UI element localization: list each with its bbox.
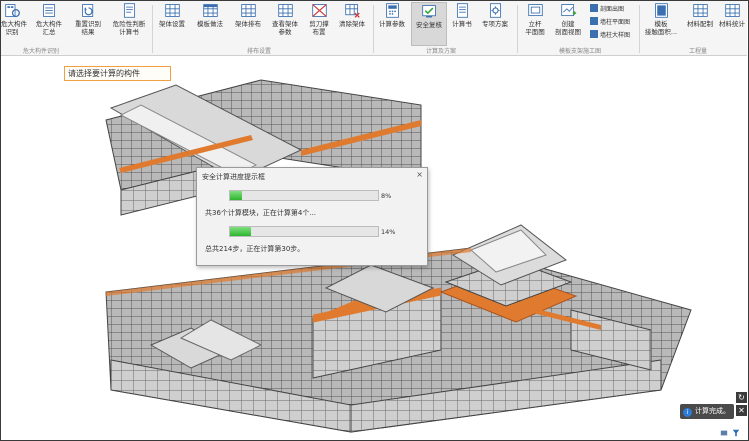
ribbon-button-material-stats[interactable]: 材料统计 <box>717 2 747 44</box>
ribbon-button-label: 危大构件 汇总 <box>36 20 62 36</box>
progress-percent-modules: 8% <box>381 192 392 200</box>
ribbon-button-label: 架体设置 <box>159 20 185 28</box>
refresh-icon[interactable]: ↻ <box>736 392 747 403</box>
ribbon-button-label: 重置识别 结果 <box>75 20 101 36</box>
ribbon-button-label: 创建 剖面视图 <box>555 20 581 36</box>
ribbon-button-wall-column-detail[interactable]: 墙柱大样图 <box>590 30 630 40</box>
ribbon-toolbar: 危大构件 识别 危大构件 汇总 重置识别 结果 危险性判断 计算书 危大构件识别… <box>1 1 747 56</box>
ribbon-button-calc-params[interactable]: 计算参数 <box>375 2 409 44</box>
group-separator <box>639 5 640 53</box>
ribbon-button-pole-plan[interactable]: 立杆 平面图 <box>520 2 550 44</box>
group-label-quantity: 工程量 <box>689 48 708 55</box>
ribbon-button-frame-layout[interactable]: 架体排布 <box>231 2 265 44</box>
frame-layout-icon <box>240 4 256 17</box>
ribbon-button-material-config[interactable]: 材料配制 <box>684 2 716 44</box>
close-icon[interactable]: × <box>416 170 423 179</box>
progress-fill-modules <box>230 191 242 200</box>
ribbon-button-label: 材料统计 <box>719 20 745 28</box>
ribbon-button-formwork-method[interactable]: 模板做法 <box>193 2 227 44</box>
completion-toast: i 计算完成。 <box>680 404 734 419</box>
progress-status-modules: 共36个计算模块，正在计算第4个... <box>205 209 317 217</box>
info-icon: i <box>683 408 692 417</box>
ribbon-button-danger-report[interactable]: 危险性判断 计算书 <box>109 2 149 44</box>
ribbon-button-frame-settings[interactable]: 架体设置 <box>155 2 189 44</box>
contact-area-icon <box>654 3 668 18</box>
prompt-message: 请选择要计算的构件 <box>64 66 171 81</box>
ribbon-button-label: 架体排布 <box>235 20 261 28</box>
group-label-danger-identify: 危大构件识别 <box>23 48 60 55</box>
ribbon-button-create-section[interactable]: 创建 剖面视图 <box>551 2 585 44</box>
group-label-construction-drawing: 模板支架施工图 <box>559 48 602 55</box>
group-separator <box>517 5 518 53</box>
ribbon-button-safety-check[interactable]: 安全复核 <box>411 2 447 46</box>
ribbon-button-label: 模板做法 <box>197 20 223 28</box>
ribbon-button-clear-frame[interactable]: 清除架体 <box>335 2 369 44</box>
ribbon-small-button-label: 墙柱平面图 <box>600 19 631 26</box>
ribbon-button-label: 材料配制 <box>687 20 713 28</box>
ribbon-button-frame-params[interactable]: 查看架体 参数 <box>267 2 303 44</box>
building-scan-icon <box>4 4 20 18</box>
progress-fill-steps <box>230 227 251 236</box>
building-report-icon <box>123 3 135 18</box>
dialog-title: 安全计算进度提示框 <box>202 173 265 181</box>
ribbon-button-label: 计算参数 <box>379 20 405 28</box>
group-separator <box>152 5 153 53</box>
group-label-layout-settings: 排布设置 <box>247 48 272 55</box>
ribbon-button-label: 专项方案 <box>482 20 508 28</box>
screen-icon[interactable] <box>720 429 728 437</box>
wall-column-plan-icon <box>590 17 598 25</box>
safety-calc-progress-dialog: 安全计算进度提示框 × 8% 共36个计算模块，正在计算第4个... 14% 总… <box>196 167 428 266</box>
group-label-calc-plan: 计算及方案 <box>426 48 457 55</box>
ribbon-button-reset-identify[interactable]: 重置识别 结果 <box>69 2 107 44</box>
ribbon-small-button-label: 剖面出图 <box>600 6 625 13</box>
ribbon-button-contact-area[interactable]: 模板 接触面积... <box>641 2 681 44</box>
ribbon-button-scissor-brace[interactable]: 剪刀撑 布置 <box>305 2 333 44</box>
ribbon-small-button-label: 墙柱大样图 <box>600 32 631 39</box>
ribbon-button-section-drawing[interactable]: 剖面出图 <box>590 4 624 14</box>
ribbon-button-label: 安全复核 <box>416 21 442 29</box>
section-drawing-icon <box>590 4 598 12</box>
ribbon-button-danger-summary[interactable]: 危大构件 汇总 <box>32 2 66 44</box>
ribbon-button-calc-report[interactable]: 计算书 <box>448 2 476 44</box>
ribbon-button-label: 计算书 <box>452 20 472 28</box>
calc-params-icon <box>385 3 399 18</box>
building-reset-icon <box>81 4 93 17</box>
scissor-brace-icon <box>311 4 327 17</box>
ribbon-button-label: 危险性判断 计算书 <box>112 20 146 36</box>
pole-plan-icon <box>527 4 543 17</box>
section-view-icon <box>560 4 576 17</box>
frame-params-icon <box>277 4 293 17</box>
progress-bar-modules <box>229 190 379 201</box>
ribbon-button-label: 模板 接触面积... <box>644 20 678 36</box>
progress-percent-steps: 14% <box>381 228 396 236</box>
filter-icon[interactable] <box>732 429 740 437</box>
clear-frame-icon <box>344 4 360 18</box>
calc-report-icon <box>456 3 468 18</box>
frame-settings-icon <box>164 4 180 17</box>
ribbon-button-identify-danger[interactable]: 危大构件 识别 <box>1 2 27 44</box>
group-separator <box>373 5 374 53</box>
ribbon-button-wall-column-plan[interactable]: 墙柱平面图 <box>590 17 630 27</box>
ribbon-button-label: 查看架体 参数 <box>272 20 298 36</box>
progress-bar-steps <box>229 226 379 237</box>
material-config-icon <box>692 4 708 17</box>
safety-check-icon <box>421 5 436 18</box>
special-plan-icon <box>489 3 501 18</box>
toast-text: 计算完成。 <box>695 407 730 415</box>
ribbon-button-label: 危大构件 识别 <box>1 20 27 36</box>
wall-column-detail-icon <box>590 30 598 38</box>
ribbon-button-label: 立杆 平面图 <box>525 20 545 36</box>
progress-status-steps: 总共214步，正在计算第30步。 <box>205 245 305 253</box>
material-stats-icon <box>724 4 740 17</box>
ribbon-button-label: 清除架体 <box>339 20 365 28</box>
building-summary-icon <box>42 4 55 17</box>
close-panel-icon[interactable]: ✕ <box>736 405 747 416</box>
formwork-method-icon <box>202 4 218 17</box>
ribbon-button-special-plan[interactable]: 专项方案 <box>478 2 512 44</box>
ribbon-button-label: 剪刀撑 布置 <box>309 20 329 36</box>
